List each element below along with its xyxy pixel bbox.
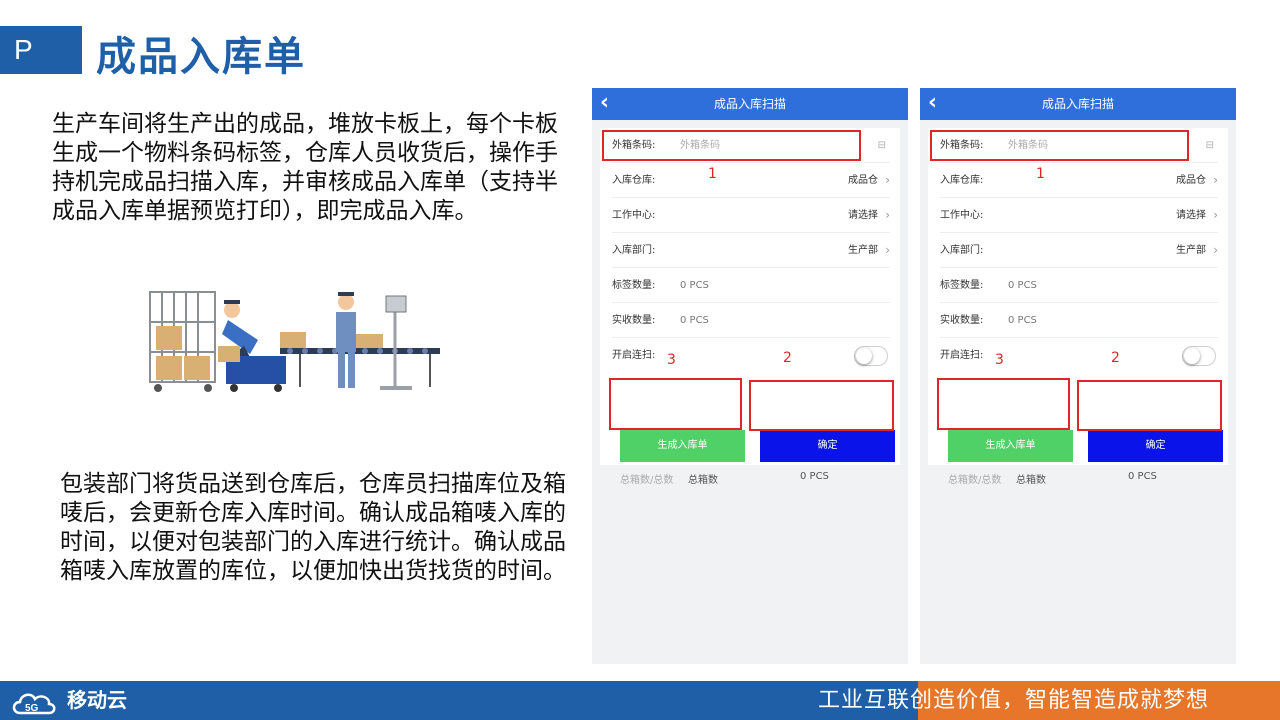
- warehouse-row[interactable]: 入库仓库: 成品仓 ›: [940, 163, 1218, 198]
- description-paragraph-2: 包装部门将货品送到仓库后，仓库员扫描库位及箱唛后，会更新仓库入库时间。确认成品箱…: [60, 471, 566, 584]
- chevron-right-icon: ›: [1213, 208, 1218, 222]
- chevron-right-icon: ›: [885, 243, 890, 257]
- highlight-generate-box: [609, 378, 742, 430]
- actual-qty-label: 实收数量:: [612, 315, 656, 326]
- app-header: ‹ 成品入库扫描: [592, 88, 908, 120]
- confirm-button[interactable]: 确定: [1088, 430, 1223, 462]
- actual-qty-value: 0 PCS: [680, 315, 709, 326]
- chevron-right-icon: ›: [1213, 173, 1218, 187]
- phone-screen-1: ‹ 成品入库扫描 外箱条码: 外箱条码 ⊟ 入库仓库: 成品仓 › 工作中心: …: [592, 88, 908, 664]
- warehouse-workers-illustration: [149, 291, 440, 392]
- workcenter-label: 工作中心:: [612, 210, 656, 221]
- phone-screen-2: ‹ 成品入库扫描 外箱条码: 外箱条码 ⊟ 入库仓库: 成品仓 › 工作中心: …: [920, 88, 1236, 664]
- warehouse-label: 入库仓库:: [940, 175, 984, 186]
- label-qty-label: 标签数量:: [612, 280, 656, 291]
- department-value: 生产部: [848, 245, 878, 256]
- scan-icon[interactable]: ⊟: [878, 128, 886, 163]
- sum-value: 0 PCS: [1128, 471, 1157, 482]
- footer-slogan: 工业互联创造价值，智能智造成就梦想: [818, 688, 1210, 713]
- highlight-confirm-box: [749, 380, 894, 431]
- highlight-barcode-box: [930, 130, 1189, 161]
- page-title: 成品入库单: [96, 34, 306, 80]
- actual-qty-row: 实收数量: 0 PCS: [612, 303, 890, 338]
- workcenter-value: 请选择: [848, 210, 878, 221]
- marker-2: 2: [1111, 350, 1120, 366]
- toggle-knob: [856, 348, 872, 364]
- footer-logo: 5G 移动云: [10, 684, 127, 717]
- sum-boxes-label: 总箱数/总数: [620, 475, 674, 486]
- continuous-scan-label: 开启连扫:: [612, 350, 656, 361]
- svg-text:5G: 5G: [25, 703, 39, 714]
- sum-value: 0 PCS: [800, 471, 829, 482]
- cloud-logo-icon: 5G: [12, 693, 56, 714]
- chevron-right-icon: ›: [885, 208, 890, 222]
- continuous-scan-row: 开启连扫:: [612, 338, 890, 373]
- department-row[interactable]: 入库部门: 生产部 ›: [940, 233, 1218, 268]
- sum-boxes-label: 总箱数/总数: [948, 475, 1002, 486]
- highlight-barcode-box: [602, 130, 861, 161]
- actual-qty-value: 0 PCS: [1008, 315, 1037, 326]
- app-header: ‹ 成品入库扫描: [920, 88, 1236, 120]
- app-title: 成品入库扫描: [713, 97, 786, 111]
- chevron-right-icon: ›: [885, 173, 890, 187]
- generate-receipt-button[interactable]: 生成入库单: [948, 430, 1073, 462]
- workcenter-label: 工作中心:: [940, 210, 984, 221]
- chevron-right-icon: ›: [1213, 243, 1218, 257]
- warehouse-value: 成品仓: [1176, 175, 1206, 186]
- actual-qty-row: 实收数量: 0 PCS: [940, 303, 1218, 338]
- workcenter-row[interactable]: 工作中心: 请选择 ›: [940, 198, 1218, 233]
- department-label: 入库部门:: [612, 245, 656, 256]
- label-qty-row: 标签数量: 0 PCS: [612, 268, 890, 303]
- marker-2: 2: [783, 350, 792, 366]
- department-label: 入库部门:: [940, 245, 984, 256]
- footer-logo-text: 移动云: [66, 688, 127, 712]
- toggle-knob: [1184, 348, 1200, 364]
- continuous-scan-label: 开启连扫:: [940, 350, 984, 361]
- continuous-scan-toggle[interactable]: [854, 346, 888, 366]
- actual-qty-label: 实收数量:: [940, 315, 984, 326]
- department-row[interactable]: 入库部门: 生产部 ›: [612, 233, 890, 268]
- warehouse-row[interactable]: 入库仓库: 成品仓 ›: [612, 163, 890, 198]
- marker-1: 1: [708, 166, 717, 182]
- label-qty-value: 0 PCS: [680, 280, 709, 291]
- highlight-confirm-box: [1077, 380, 1222, 431]
- app-title: 成品入库扫描: [1041, 97, 1114, 111]
- continuous-scan-row: 开启连扫:: [940, 338, 1218, 373]
- department-value: 生产部: [1176, 245, 1206, 256]
- label-qty-label: 标签数量:: [940, 280, 984, 291]
- highlight-generate-box: [937, 378, 1070, 430]
- marker-3: 3: [667, 352, 676, 368]
- confirm-button[interactable]: 确定: [760, 430, 895, 462]
- workcenter-row[interactable]: 工作中心: 请选择 ›: [612, 198, 890, 233]
- sum-total-label: 总箱数: [688, 475, 718, 486]
- marker-3: 3: [995, 352, 1004, 368]
- label-qty-row: 标签数量: 0 PCS: [940, 268, 1218, 303]
- continuous-scan-toggle[interactable]: [1182, 346, 1216, 366]
- scan-icon[interactable]: ⊟: [1206, 128, 1214, 163]
- sum-total-label: 总箱数: [1016, 475, 1046, 486]
- generate-receipt-button[interactable]: 生成入库单: [620, 430, 745, 462]
- label-qty-value: 0 PCS: [1008, 280, 1037, 291]
- marker-1: 1: [1036, 166, 1045, 182]
- warehouse-label: 入库仓库:: [612, 175, 656, 186]
- warehouse-value: 成品仓: [848, 175, 878, 186]
- section-badge: P: [0, 26, 82, 74]
- workcenter-value: 请选择: [1176, 210, 1206, 221]
- description-paragraph-1: 生产车间将生产出的成品，堆放卡板上，每个卡板生成一个物料条码标签，仓库人员收货后…: [52, 111, 558, 224]
